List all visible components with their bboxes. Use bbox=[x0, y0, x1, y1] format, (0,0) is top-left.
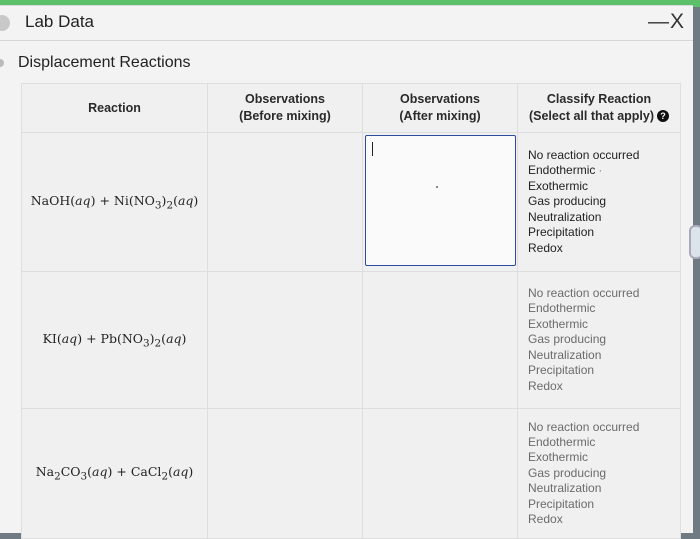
observations-after-cell bbox=[362, 132, 518, 272]
observations-after-cell[interactable] bbox=[362, 408, 518, 539]
header-observations-before: Observations (Before mixing) bbox=[207, 83, 363, 133]
observations-before-cell[interactable] bbox=[207, 271, 363, 409]
observations-before-cell[interactable] bbox=[207, 408, 363, 539]
titlebar: Lab Data —X bbox=[0, 6, 693, 41]
placeholder-dot bbox=[436, 186, 438, 188]
side-handle[interactable] bbox=[689, 225, 700, 259]
table-row: KI(aq) + Pb(NO3)2(aq) No reaction occurr… bbox=[21, 271, 681, 409]
observations-after-input[interactable] bbox=[365, 135, 516, 266]
reactant-1: NaOH(aq) bbox=[30, 192, 96, 208]
option-gas-producing[interactable]: Gas producing bbox=[528, 466, 680, 481]
option-neutralization[interactable]: Neutralization bbox=[528, 210, 680, 225]
option-redox[interactable]: Redox bbox=[528, 512, 680, 527]
reactant-1: KI(aq) bbox=[42, 330, 83, 346]
table-row: NaOH(aq) + Ni(NO3)2(aq) No reaction occu… bbox=[21, 132, 681, 272]
option-no-reaction[interactable]: No reaction occurred bbox=[528, 286, 680, 301]
option-no-reaction[interactable]: No reaction occurred bbox=[528, 420, 680, 435]
option-gas-producing[interactable]: Gas producing bbox=[528, 194, 680, 209]
classification-options: No reaction occurred Endothermic Exother… bbox=[518, 286, 680, 394]
minimize-button[interactable]: — bbox=[648, 10, 670, 34]
reaction-cell: KI(aq) + Pb(NO3)2(aq) bbox=[21, 271, 208, 409]
section-title: Displacement Reactions bbox=[18, 54, 191, 71]
reactions-table: Reaction Observations (Before mixing) Ob… bbox=[21, 83, 681, 539]
option-neutralization[interactable]: Neutralization bbox=[528, 481, 680, 496]
window-title: Lab Data bbox=[25, 12, 94, 31]
option-endothermic[interactable]: Endothermic bbox=[528, 435, 680, 450]
option-endothermic[interactable]: Endothermic · bbox=[528, 163, 680, 178]
table-row: Na2CO3(aq) + CaCl2(aq) No reaction occur… bbox=[21, 408, 681, 539]
option-no-reaction[interactable]: No reaction occurred bbox=[528, 148, 680, 163]
plus-sign: + bbox=[86, 330, 97, 346]
section-badge-icon bbox=[0, 59, 4, 67]
reactant-2: Ni(NO3)2(aq) bbox=[113, 192, 199, 212]
reactant-2: CaCl2(aq) bbox=[130, 464, 194, 483]
observations-before-cell[interactable] bbox=[207, 132, 363, 272]
option-exothermic[interactable]: Exothermic bbox=[528, 179, 680, 194]
header-reaction: Reaction bbox=[21, 83, 208, 133]
reaction-cell: Na2CO3(aq) + CaCl2(aq) bbox=[21, 408, 208, 539]
classify-cell: No reaction occurred Endothermic · Exothe… bbox=[517, 132, 681, 272]
option-precipitation[interactable]: Precipitation bbox=[528, 497, 680, 512]
classification-options: No reaction occurred Endothermic · Exothe… bbox=[518, 148, 680, 256]
text-caret bbox=[372, 142, 373, 156]
option-exothermic[interactable]: Exothermic bbox=[528, 317, 680, 332]
observations-after-cell[interactable] bbox=[362, 271, 518, 409]
option-redox[interactable]: Redox bbox=[528, 241, 680, 256]
header-observations-after: Observations (After mixing) bbox=[362, 83, 518, 133]
option-precipitation[interactable]: Precipitation bbox=[528, 225, 680, 240]
window-controls: —X bbox=[648, 10, 685, 34]
close-button[interactable]: X bbox=[670, 10, 685, 34]
classify-cell: No reaction occurred Endothermic Exother… bbox=[517, 408, 681, 539]
classify-cell: No reaction occurred Endothermic Exother… bbox=[517, 271, 681, 409]
classification-options: No reaction occurred Endothermic Exother… bbox=[518, 420, 680, 528]
option-redox[interactable]: Redox bbox=[528, 379, 680, 394]
plus-sign: + bbox=[116, 464, 127, 480]
option-exothermic[interactable]: Exothermic bbox=[528, 450, 680, 465]
option-neutralization[interactable]: Neutralization bbox=[528, 348, 680, 363]
reactant-2: Pb(NO3)2(aq) bbox=[100, 330, 187, 350]
lab-data-panel: Lab Data —X Displacement Reactions React… bbox=[0, 5, 693, 539]
question-circle-icon[interactable]: ? bbox=[657, 110, 670, 122]
header-classify-reaction: Classify Reaction (Select all that apply… bbox=[517, 83, 681, 133]
option-precipitation[interactable]: Precipitation bbox=[528, 363, 680, 378]
plus-sign: + bbox=[99, 192, 110, 208]
reactant-1: Na2CO3(aq) bbox=[35, 464, 113, 483]
option-gas-producing[interactable]: Gas producing bbox=[528, 332, 680, 347]
reaction-cell: NaOH(aq) + Ni(NO3)2(aq) bbox=[21, 132, 208, 272]
option-endothermic[interactable]: Endothermic bbox=[528, 301, 680, 316]
title-badge-icon bbox=[0, 15, 10, 31]
table-header-row: Reaction Observations (Before mixing) Ob… bbox=[21, 83, 681, 133]
